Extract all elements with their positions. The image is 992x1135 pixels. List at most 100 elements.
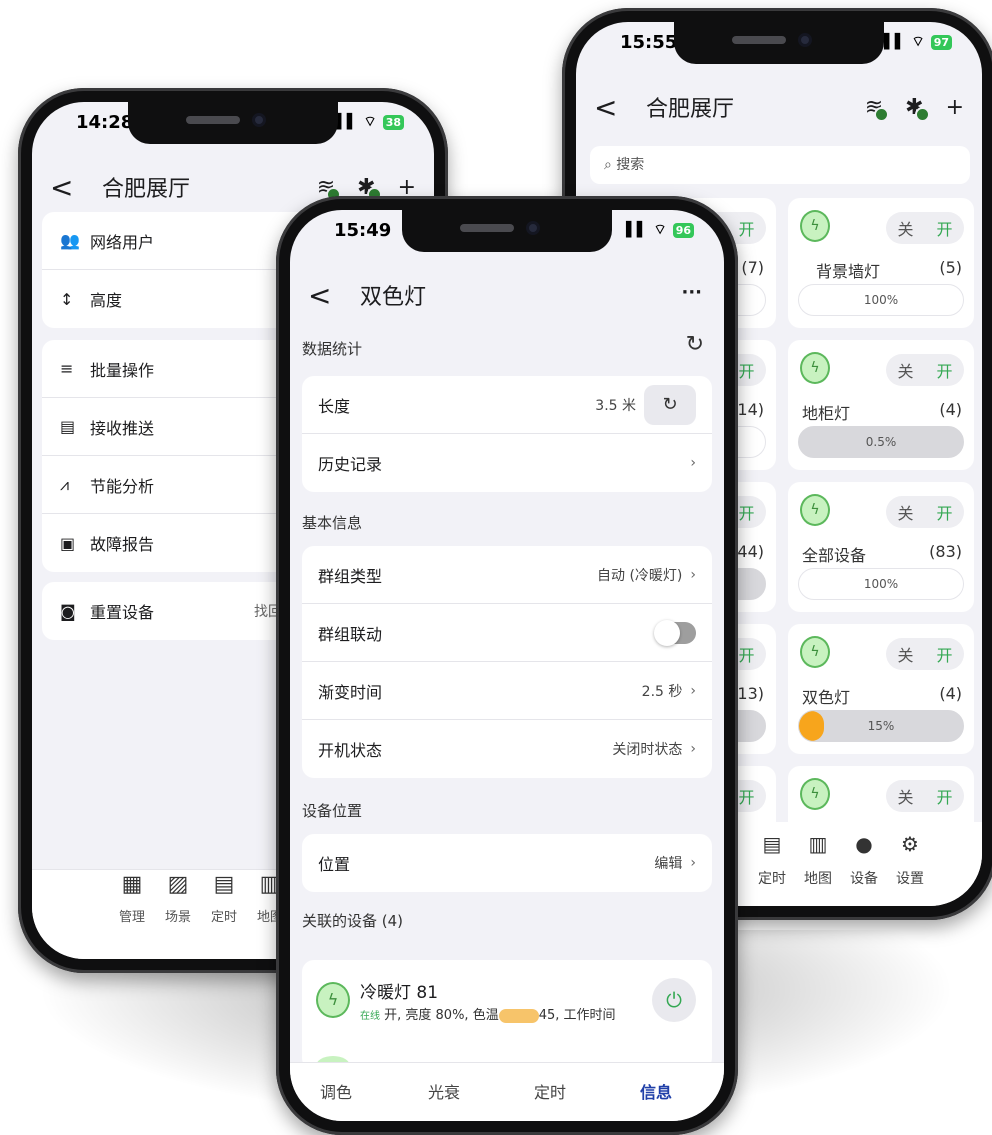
on-button[interactable]: 开 <box>738 216 754 240</box>
on-button[interactable]: 开 <box>738 784 754 808</box>
bulb-icon: ϟ <box>800 636 830 668</box>
location-row[interactable]: 位置 编辑 › <box>302 834 712 892</box>
page-title: 合肥展厅 <box>646 97 735 122</box>
off-button[interactable]: 关 <box>897 500 913 524</box>
chevron-right-icon: › <box>690 741 696 757</box>
height-icon: ↕ <box>60 289 74 309</box>
report-icon: ▣ <box>60 533 76 553</box>
tab-label: 设备 <box>850 871 878 887</box>
back-button[interactable]: < <box>50 171 73 204</box>
battery-icon: 96 <box>672 222 694 238</box>
on-off-toggle[interactable]: 关开 <box>886 212 964 244</box>
phone-front-screen: 15:49 ▌▌ ⌔ 96 < 双色灯 ··· 数据统计 ↻ 长度 3.5 米 … <box>290 210 724 1121</box>
tab-settings[interactable]: ⚙ 设置 <box>888 832 932 888</box>
device-card-cabinet[interactable]: ϟ 关开 地柜灯 (4) 0.5% <box>788 340 974 470</box>
off-button[interactable]: 关 <box>897 358 913 382</box>
tab-decay[interactable]: 光衰 <box>428 1079 460 1103</box>
tab-label: 地图 <box>804 871 832 887</box>
brightness-bar[interactable]: 15% <box>798 710 964 742</box>
page-title: 双色灯 <box>360 285 427 310</box>
bulb-tab-icon: ● <box>855 832 873 856</box>
tab-label: 管理 <box>118 910 145 925</box>
brightness-bar[interactable]: 100% <box>798 568 964 600</box>
tab-timer[interactable]: ▤ 定时 <box>750 832 794 888</box>
online-badge: 在线 <box>360 1011 380 1022</box>
back-button[interactable]: < <box>308 279 331 312</box>
section-header-basic: 基本信息 <box>302 514 363 532</box>
on-off-toggle[interactable]: 关开 <box>886 354 964 386</box>
power-on-state-row[interactable]: 开机状态 关闭时状态 › <box>302 720 712 778</box>
off-button[interactable]: 关 <box>897 784 913 808</box>
row-label: 群组类型 <box>318 566 383 586</box>
brightness-bar[interactable]: 100% <box>798 284 964 316</box>
device-card-dual-color[interactable]: ϟ 关开 双色灯 (4) 15% <box>788 624 974 754</box>
map-icon: ▥ <box>808 832 828 856</box>
search-input[interactable]: ⌕ 搜索 <box>590 146 970 184</box>
refresh-length-button[interactable]: ↻ <box>644 384 696 425</box>
section-header-linked: 关联的设备 (4) <box>302 912 404 930</box>
bluetooth-status-icon[interactable]: ✱ <box>905 95 931 122</box>
off-button[interactable]: 关 <box>897 642 913 666</box>
row-label: 渐变时间 <box>318 682 383 702</box>
signal-icon: ▌▌ <box>335 114 358 130</box>
wifi-icon: ⌔ <box>363 114 377 130</box>
on-off-toggle[interactable]: 关开 <box>886 496 964 528</box>
on-button[interactable]: 开 <box>936 216 952 240</box>
grid-icon: ▦ <box>121 872 143 897</box>
tab-info[interactable]: 信息 <box>640 1079 672 1103</box>
battery-icon: 97 <box>930 34 952 50</box>
tab-timer[interactable]: ▤ 定时 <box>202 870 246 925</box>
device-card-background-wall[interactable]: ϟ 关开 背景墙灯 (5) 100% <box>788 198 974 328</box>
off-button[interactable]: 关 <box>897 216 913 240</box>
on-button[interactable]: 开 <box>936 784 952 808</box>
on-button[interactable]: 开 <box>738 500 754 524</box>
on-off-toggle[interactable]: 关开 <box>886 638 964 670</box>
bulb-icon: ϟ <box>316 982 350 1018</box>
add-button[interactable]: + <box>946 95 964 120</box>
device-name: 全部设备 <box>802 546 867 565</box>
tab-devices[interactable]: ● 设备 <box>842 832 886 888</box>
users-icon: 👥 <box>60 231 80 250</box>
length-row: 长度 3.5 米 ↻ <box>302 376 712 434</box>
on-button[interactable]: 开 <box>936 642 952 666</box>
group-type-row[interactable]: 群组类型 自动 (冷暖灯) › <box>302 546 712 604</box>
device-status: 在线 开, 亮度 80%, 色温 45, 工作时间 <box>360 1004 650 1023</box>
tab-map[interactable]: ▥ 地图 <box>796 832 840 888</box>
notch <box>128 102 338 144</box>
device-card-all[interactable]: ϟ 关开 全部设备 (83) 100% <box>788 482 974 612</box>
on-button[interactable]: 开 <box>738 358 754 382</box>
menu-item-label: 节能分析 <box>90 476 155 496</box>
brightness-bar[interactable]: 0.5% <box>798 426 964 458</box>
group-link-toggle[interactable] <box>654 619 696 646</box>
linked-device-item[interactable]: ϟ 冷暖灯 81 在线 开, 亮度 80%, 色温 45, 工作时间 ⏻ <box>302 960 712 1070</box>
menu-item-label: 批量操作 <box>90 360 155 380</box>
row-value: 关闭时状态 <box>612 742 683 758</box>
on-button[interactable]: 开 <box>738 642 754 666</box>
row-label: 长度 <box>318 396 351 416</box>
calendar-icon: ▤ <box>762 832 782 856</box>
more-icon[interactable]: ··· <box>681 282 702 303</box>
power-button[interactable]: ⏻ <box>652 978 696 1022</box>
fade-time-row[interactable]: 渐变时间 2.5 秒 › <box>302 662 712 720</box>
on-button[interactable]: 开 <box>936 358 952 382</box>
tab-scene[interactable]: ▨ 场景 <box>156 870 200 925</box>
back-button[interactable]: < <box>594 91 617 124</box>
battery-icon: 38 <box>382 114 404 130</box>
chevron-right-icon: › <box>690 682 696 699</box>
status-time: 14:28 <box>76 112 134 133</box>
chevron-right-icon: › <box>690 455 696 471</box>
edit-location-link[interactable]: 编辑 <box>654 853 682 873</box>
tab-manage[interactable]: ▦ 管理 <box>110 870 154 925</box>
message-icon: ▤ <box>60 417 76 436</box>
bulb-icon: ϟ <box>800 494 830 526</box>
tab-color[interactable]: 调色 <box>320 1079 352 1103</box>
wifi-status-icon[interactable]: ≋ <box>865 95 890 122</box>
tab-timer[interactable]: 定时 <box>534 1079 566 1103</box>
on-button[interactable]: 开 <box>936 500 952 524</box>
notch <box>674 22 884 64</box>
row-label: 位置 <box>318 855 351 874</box>
refresh-icon[interactable]: ↻ <box>686 332 704 357</box>
on-off-toggle[interactable]: 关开 <box>886 780 964 812</box>
history-row[interactable]: 历史记录 › <box>302 434 712 492</box>
image-icon: ▨ <box>167 872 189 897</box>
